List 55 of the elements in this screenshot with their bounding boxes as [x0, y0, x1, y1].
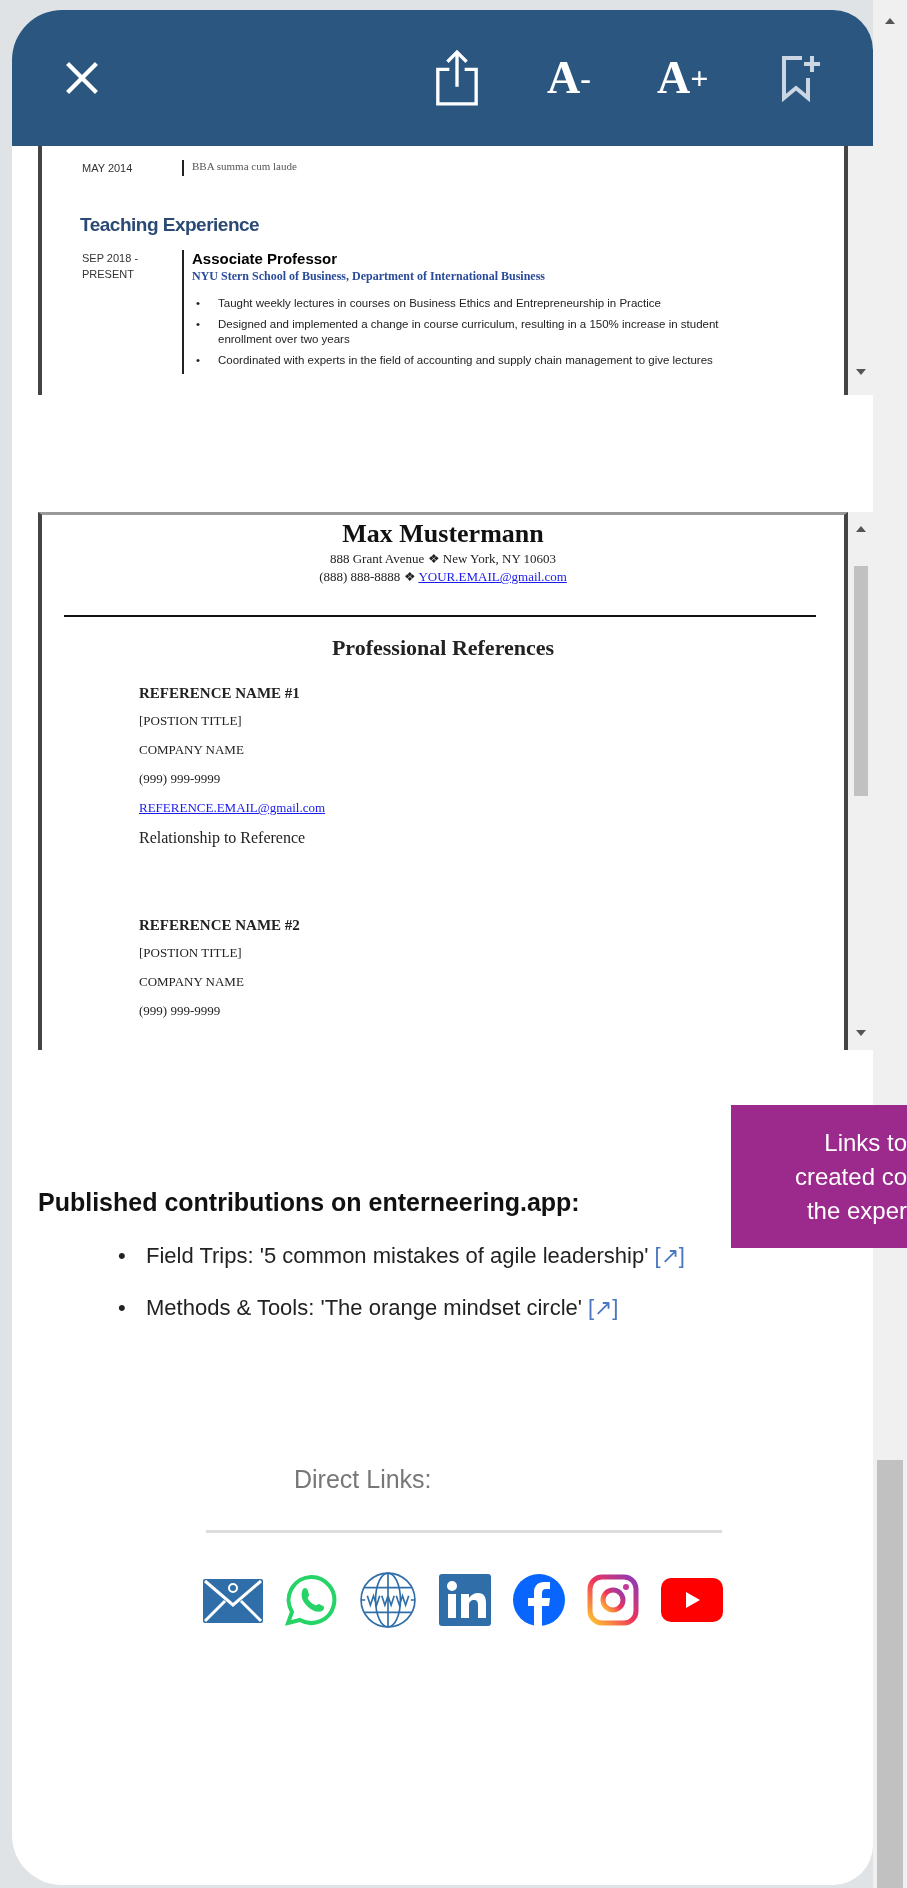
direct-links-label: Direct Links:: [294, 1465, 432, 1494]
facebook-icon[interactable]: [513, 1574, 565, 1626]
contribution-text: Methods & Tools: 'The orange mindset circle': [146, 1295, 582, 1320]
scrollbar-thumb[interactable]: [853, 566, 868, 796]
share-icon: [434, 48, 480, 108]
email-link[interactable]: YOUR.EMAIL@gmail.com: [418, 569, 567, 584]
linkedin-icon[interactable]: [439, 1574, 491, 1626]
bullet-marker: •: [195, 296, 202, 311]
bookmark-plus-icon: [780, 54, 821, 102]
contribution-text: Field Trips: '5 common mistakes of agile leadership': [146, 1243, 649, 1268]
contributions-heading: Published contributions on enterneering.app:: [38, 1188, 580, 1217]
reference-detail: [POSTION TITLE]: [139, 713, 243, 729]
email-icon[interactable]: [203, 1577, 263, 1623]
scroll-up-arrow-icon[interactable]: [855, 526, 866, 532]
bullet-point: Taught weekly lectures in courses on Business Ethics and Entrepreneurship in Practice: [218, 296, 661, 311]
bullet-point: Coordinated with experts in the field of accounting and supply chain management to give lectures: [218, 353, 713, 368]
reference-detail: COMPANY NAME: [139, 974, 245, 990]
scrollbar-thumb[interactable]: [877, 1460, 903, 1888]
bullet-marker: •: [118, 1243, 127, 1269]
reference-detail: COMPANY NAME: [139, 742, 245, 758]
scroll-down-arrow-icon[interactable]: [855, 369, 866, 375]
phone-text: (888) 888-8888 ❖: [319, 569, 416, 584]
reference-detail: (999) 999-9999: [139, 1003, 222, 1019]
instagram-icon[interactable]: [587, 1574, 639, 1626]
organization-text: NYU Stern School of Business, Department of International Business: [192, 269, 547, 284]
share-button[interactable]: [433, 47, 481, 109]
tooltip-line: Links to: [824, 1127, 907, 1158]
reference-name: REFERENCE NAME #2: [139, 917, 301, 934]
relationship-text: Relationship to Reference: [139, 829, 307, 847]
close-icon: [65, 61, 99, 95]
external-link[interactable]: [↗]: [654, 1243, 685, 1268]
job-date: SEP 2018 - PRESENT: [81, 251, 140, 282]
degree-text: BBA summa cum laude: [192, 160, 297, 172]
external-link[interactable]: [↗]: [588, 1295, 619, 1320]
person-name: Max Mustermann: [341, 519, 545, 549]
education-date: MAY 2014: [81, 161, 134, 176]
job-title: Associate Professor: [192, 250, 339, 267]
page-heading: Professional References: [330, 635, 556, 661]
tooltip-line: created co: [794, 1161, 907, 1192]
globe-icon[interactable]: [359, 1571, 417, 1629]
bullet-marker: •: [195, 353, 202, 368]
reference-email-link[interactable]: REFERENCE.EMAIL@gmail.com: [139, 800, 325, 815]
reference-detail: [POSTION TITLE]: [139, 945, 243, 961]
tooltip-line: the exper: [806, 1195, 907, 1226]
youtube-icon[interactable]: [661, 1578, 723, 1622]
address-text: 888 Grant Avenue ❖ New York, NY 10603: [328, 551, 558, 567]
bullet-point: Designed and implemented a change in course curriculum, resulting in a 150% increase in student enrollment over two years: [218, 317, 720, 347]
bullet-marker: •: [118, 1295, 127, 1321]
add-bookmark-button[interactable]: [780, 54, 821, 102]
reference-name: REFERENCE NAME #1: [139, 685, 301, 702]
scroll-down-arrow-icon[interactable]: [855, 1030, 866, 1036]
bullet-marker: •: [195, 317, 202, 332]
reference-detail: (999) 999-9999: [139, 771, 222, 787]
scroll-up-arrow-icon[interactable]: [885, 18, 895, 24]
section-title: Teaching Experience: [80, 214, 261, 236]
